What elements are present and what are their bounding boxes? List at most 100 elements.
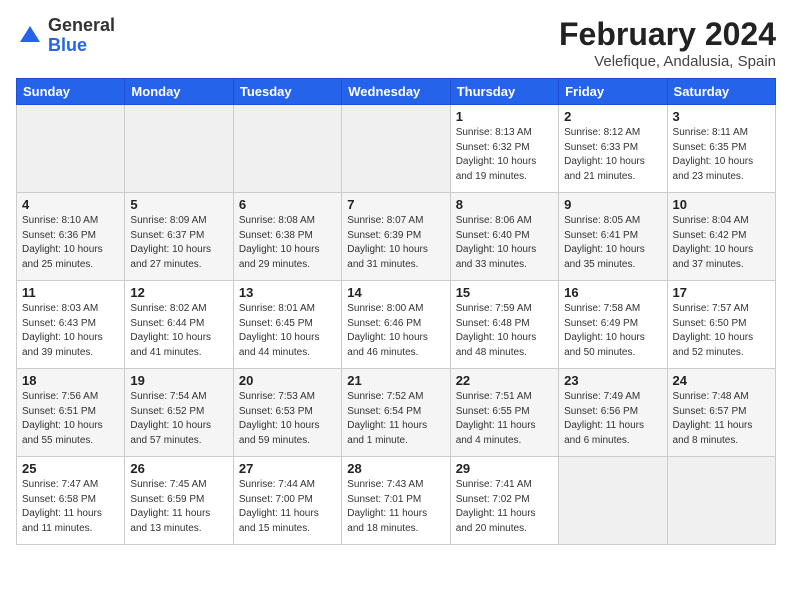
day-number: 17 xyxy=(673,285,770,300)
day-cell: 29Sunrise: 7:41 AM Sunset: 7:02 PM Dayli… xyxy=(450,457,558,545)
day-info: Sunrise: 7:44 AM Sunset: 7:00 PM Dayligh… xyxy=(239,478,336,536)
day-cell: 6 Sunrise: 8:08 AM Sunset: 6:38 PM Daylig… xyxy=(233,193,341,281)
day-number: 14 xyxy=(347,285,444,300)
logo-blue-text: Blue xyxy=(48,35,87,55)
day-number: 21 xyxy=(347,373,444,388)
day-cell xyxy=(17,105,125,193)
day-info: Sunrise: 8:02 AM Sunset: 6:44 PM Dayligh… xyxy=(130,302,227,360)
day-cell: 18Sunrise: 7:56 AM Sunset: 6:51 PM Dayli… xyxy=(17,369,125,457)
day-cell xyxy=(233,105,341,193)
day-cell: 4Sunrise: 8:10 AM Sunset: 6:36 PM Daylig… xyxy=(17,193,125,281)
day-cell: 26Sunrise: 7:45 AM Sunset: 6:59 PM Dayli… xyxy=(125,457,233,545)
day-cell: 24 Sunrise: 7:48 AM Sunset: 6:57 PM Dayli… xyxy=(667,369,775,457)
month-year-title: February 2024 xyxy=(559,16,776,53)
week-row-2: 4Sunrise: 8:10 AM Sunset: 6:36 PM Daylig… xyxy=(17,193,776,281)
day-cell: 20 Sunrise: 7:53 AM Sunset: 6:53 PM Dayli… xyxy=(233,369,341,457)
day-info: Sunrise: 8:13 AM Sunset: 6:32 PM Dayligh… xyxy=(456,126,553,184)
day-info: Sunrise: 7:51 AM Sunset: 6:55 PM Dayligh… xyxy=(456,390,553,448)
calendar-table: SundayMondayTuesdayWednesdayThursdayFrid… xyxy=(16,78,776,545)
day-number: 11 xyxy=(22,285,119,300)
week-row-4: 18Sunrise: 7:56 AM Sunset: 6:51 PM Dayli… xyxy=(17,369,776,457)
day-cell xyxy=(667,457,775,545)
day-cell: 10 Sunrise: 8:04 AM Sunset: 6:42 PM Dayli… xyxy=(667,193,775,281)
day-cell: 21 Sunrise: 7:52 AM Sunset: 6:54 PM Dayli… xyxy=(342,369,450,457)
day-cell xyxy=(342,105,450,193)
day-cell: 7 Sunrise: 8:07 AM Sunset: 6:39 PM Daylig… xyxy=(342,193,450,281)
logo-general-text: General xyxy=(48,15,115,35)
day-number: 7 xyxy=(347,197,444,212)
day-info: Sunrise: 7:58 AM Sunset: 6:49 PM Dayligh… xyxy=(564,302,661,360)
day-number: 5 xyxy=(130,197,227,212)
day-info: Sunrise: 7:41 AM Sunset: 7:02 PM Dayligh… xyxy=(456,478,553,536)
day-number: 1 xyxy=(456,109,553,124)
day-number: 23 xyxy=(564,373,661,388)
day-cell xyxy=(559,457,667,545)
day-cell xyxy=(125,105,233,193)
week-row-5: 25 Sunrise: 7:47 AM Sunset: 6:58 PM Dayli… xyxy=(17,457,776,545)
logo-text: General Blue xyxy=(48,16,115,56)
day-info: Sunrise: 8:11 AM Sunset: 6:35 PM Dayligh… xyxy=(673,126,770,184)
day-number: 19 xyxy=(130,373,227,388)
title-section: February 2024 Velefique, Andalusia, Spai… xyxy=(559,16,776,70)
week-row-1: 1 Sunrise: 8:13 AM Sunset: 6:32 PM Daylig… xyxy=(17,105,776,193)
day-cell: 28 Sunrise: 7:43 AM Sunset: 7:01 PM Dayli… xyxy=(342,457,450,545)
day-info: Sunrise: 7:54 AM Sunset: 6:52 PM Dayligh… xyxy=(130,390,227,448)
day-info: Sunrise: 7:56 AM Sunset: 6:51 PM Dayligh… xyxy=(22,390,119,448)
day-cell: 15 Sunrise: 7:59 AM Sunset: 6:48 PM Dayli… xyxy=(450,281,558,369)
day-info: Sunrise: 8:06 AM Sunset: 6:40 PM Dayligh… xyxy=(456,214,553,272)
day-cell: 27 Sunrise: 7:44 AM Sunset: 7:00 PM Dayli… xyxy=(233,457,341,545)
week-row-3: 11 Sunrise: 8:03 AM Sunset: 6:43 PM Dayli… xyxy=(17,281,776,369)
day-info: Sunrise: 8:07 AM Sunset: 6:39 PM Dayligh… xyxy=(347,214,444,272)
day-number: 27 xyxy=(239,461,336,476)
day-info: Sunrise: 7:43 AM Sunset: 7:01 PM Dayligh… xyxy=(347,478,444,536)
logo-icon xyxy=(16,22,44,50)
day-cell: 3Sunrise: 8:11 AM Sunset: 6:35 PM Daylig… xyxy=(667,105,775,193)
day-number: 26 xyxy=(130,461,227,476)
col-header-tuesday: Tuesday xyxy=(233,79,341,105)
day-cell: 8 Sunrise: 8:06 AM Sunset: 6:40 PM Daylig… xyxy=(450,193,558,281)
location-subtitle: Velefique, Andalusia, Spain xyxy=(559,53,776,70)
day-info: Sunrise: 7:53 AM Sunset: 6:53 PM Dayligh… xyxy=(239,390,336,448)
day-number: 12 xyxy=(130,285,227,300)
day-number: 22 xyxy=(456,373,553,388)
day-cell: 12 Sunrise: 8:02 AM Sunset: 6:44 PM Dayli… xyxy=(125,281,233,369)
day-info: Sunrise: 7:57 AM Sunset: 6:50 PM Dayligh… xyxy=(673,302,770,360)
day-info: Sunrise: 8:09 AM Sunset: 6:37 PM Dayligh… xyxy=(130,214,227,272)
day-number: 6 xyxy=(239,197,336,212)
logo: General Blue xyxy=(16,16,115,56)
day-info: Sunrise: 8:00 AM Sunset: 6:46 PM Dayligh… xyxy=(347,302,444,360)
day-cell: 25 Sunrise: 7:47 AM Sunset: 6:58 PM Dayli… xyxy=(17,457,125,545)
day-info: Sunrise: 7:59 AM Sunset: 6:48 PM Dayligh… xyxy=(456,302,553,360)
day-cell: 9Sunrise: 8:05 AM Sunset: 6:41 PM Daylig… xyxy=(559,193,667,281)
page-header: General Blue February 2024 Velefique, An… xyxy=(16,16,776,70)
day-number: 2 xyxy=(564,109,661,124)
day-info: Sunrise: 7:48 AM Sunset: 6:57 PM Dayligh… xyxy=(673,390,770,448)
day-info: Sunrise: 8:03 AM Sunset: 6:43 PM Dayligh… xyxy=(22,302,119,360)
day-number: 24 xyxy=(673,373,770,388)
day-info: Sunrise: 8:08 AM Sunset: 6:38 PM Dayligh… xyxy=(239,214,336,272)
day-number: 8 xyxy=(456,197,553,212)
day-number: 25 xyxy=(22,461,119,476)
col-header-thursday: Thursday xyxy=(450,79,558,105)
day-info: Sunrise: 8:01 AM Sunset: 6:45 PM Dayligh… xyxy=(239,302,336,360)
day-info: Sunrise: 7:52 AM Sunset: 6:54 PM Dayligh… xyxy=(347,390,444,448)
day-cell: 11 Sunrise: 8:03 AM Sunset: 6:43 PM Dayli… xyxy=(17,281,125,369)
day-info: Sunrise: 8:04 AM Sunset: 6:42 PM Dayligh… xyxy=(673,214,770,272)
day-number: 9 xyxy=(564,197,661,212)
day-cell: 19 Sunrise: 7:54 AM Sunset: 6:52 PM Dayli… xyxy=(125,369,233,457)
day-number: 10 xyxy=(673,197,770,212)
day-cell: 1 Sunrise: 8:13 AM Sunset: 6:32 PM Daylig… xyxy=(450,105,558,193)
header-row: SundayMondayTuesdayWednesdayThursdayFrid… xyxy=(17,79,776,105)
day-cell: 23 Sunrise: 7:49 AM Sunset: 6:56 PM Dayli… xyxy=(559,369,667,457)
day-info: Sunrise: 7:47 AM Sunset: 6:58 PM Dayligh… xyxy=(22,478,119,536)
day-number: 4 xyxy=(22,197,119,212)
day-number: 28 xyxy=(347,461,444,476)
col-header-saturday: Saturday xyxy=(667,79,775,105)
col-header-friday: Friday xyxy=(559,79,667,105)
day-cell: 13Sunrise: 8:01 AM Sunset: 6:45 PM Dayli… xyxy=(233,281,341,369)
day-number: 15 xyxy=(456,285,553,300)
day-info: Sunrise: 7:49 AM Sunset: 6:56 PM Dayligh… xyxy=(564,390,661,448)
day-cell: 17 Sunrise: 7:57 AM Sunset: 6:50 PM Dayli… xyxy=(667,281,775,369)
day-number: 20 xyxy=(239,373,336,388)
day-info: Sunrise: 8:12 AM Sunset: 6:33 PM Dayligh… xyxy=(564,126,661,184)
